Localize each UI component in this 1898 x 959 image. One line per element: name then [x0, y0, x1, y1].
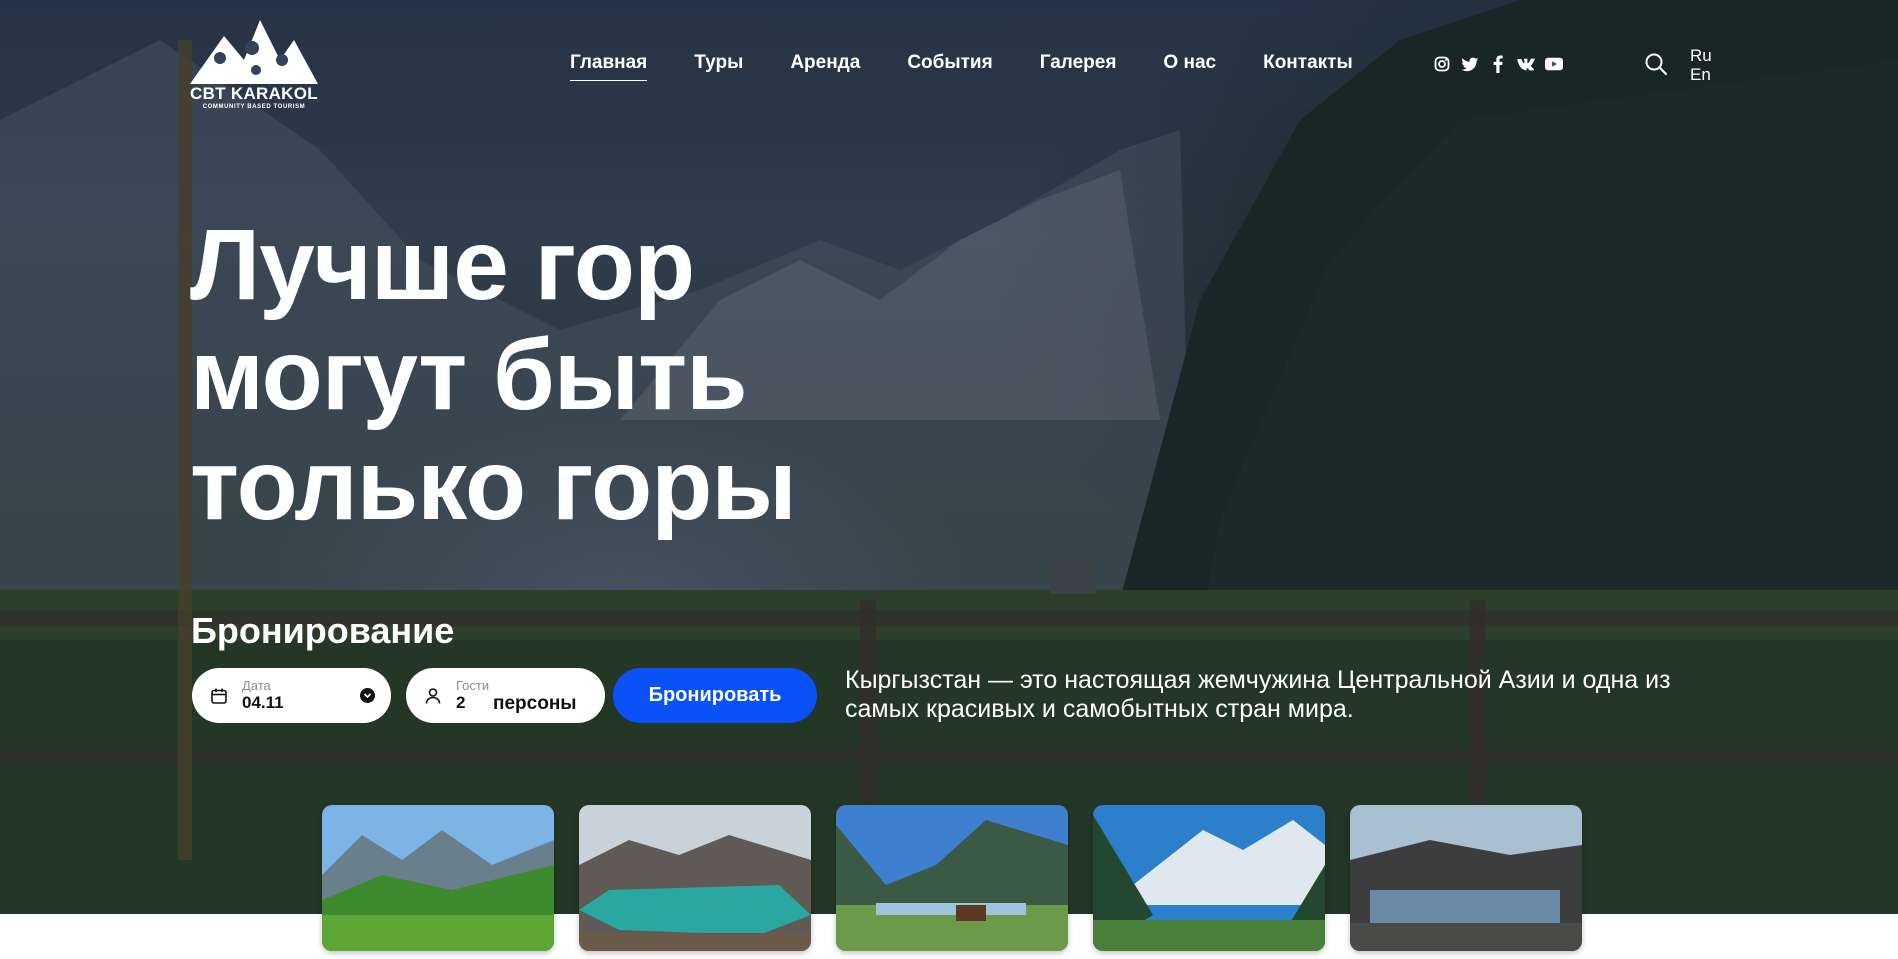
social-links — [1433, 55, 1563, 73]
nav-item-about[interactable]: О нас — [1163, 52, 1216, 81]
nav-item-events[interactable]: События — [907, 52, 992, 81]
date-field: Дата 04.11 — [242, 677, 284, 713]
date-label: Дата — [242, 677, 271, 693]
guests-picker[interactable]: Гости 2 персоны — [406, 668, 605, 723]
language-switcher: Ru En — [1690, 46, 1712, 84]
thumbnail-glacier-lake[interactable] — [1350, 805, 1582, 951]
nav-item-tours[interactable]: Туры — [694, 52, 743, 81]
search-icon[interactable] — [1644, 52, 1668, 76]
mountains-logo-icon — [190, 20, 318, 84]
date-value[interactable]: 04.11 — [242, 693, 284, 713]
headline-line-2: могут быть — [190, 319, 748, 431]
logo-tagline: COMMUNITY BASED TOURISM — [202, 104, 306, 110]
user-icon — [425, 687, 441, 704]
facebook-icon[interactable] — [1489, 55, 1507, 73]
thumbnail-valley-meadow[interactable] — [322, 805, 554, 951]
twitter-icon[interactable] — [1461, 55, 1479, 73]
instagram-icon[interactable] — [1433, 55, 1451, 73]
headline-line-1: Лучше гор — [190, 209, 695, 321]
lang-en[interactable]: En — [1690, 65, 1712, 84]
guests-field: Гости 2 — [456, 677, 490, 713]
site-logo[interactable]: CBT KARAKOL COMMUNITY BASED TOURISM — [186, 18, 322, 116]
logo-name: CBT KARAKOL — [190, 84, 318, 103]
vk-icon[interactable] — [1517, 55, 1535, 73]
hero-description: Кыргызстан — это настоящая жемчужина Цен… — [845, 666, 1671, 723]
booking-title: Бронирование — [191, 610, 455, 651]
gallery-thumbnails — [322, 805, 1582, 951]
main-nav: Главная Туры Аренда События Галерея О на… — [570, 52, 1400, 81]
guests-unit: персоны — [493, 693, 577, 714]
nav-item-contacts[interactable]: Контакты — [1263, 52, 1353, 81]
lang-ru[interactable]: Ru — [1690, 46, 1712, 65]
headline-line-3: только горы — [190, 429, 797, 541]
date-picker[interactable]: Дата 04.11 — [192, 668, 391, 723]
guests-count[interactable]: 2 — [456, 693, 489, 713]
hero-headline: Лучше гор могут быть только горы — [190, 209, 797, 541]
guests-label: Гости — [456, 677, 490, 693]
youtube-icon[interactable] — [1545, 55, 1563, 73]
nav-item-home[interactable]: Главная — [570, 52, 648, 81]
thumbnail-snow-peaks[interactable] — [1093, 805, 1325, 951]
thumbnail-turquoise-lake[interactable] — [579, 805, 811, 951]
chevron-down-icon[interactable] — [360, 688, 375, 703]
book-button[interactable]: Бронировать — [613, 668, 817, 723]
calendar-icon — [211, 688, 227, 704]
thumbnail-horses-river[interactable] — [836, 805, 1068, 951]
nav-item-rental[interactable]: Аренда — [790, 52, 860, 81]
nav-item-gallery[interactable]: Галерея — [1040, 52, 1117, 81]
